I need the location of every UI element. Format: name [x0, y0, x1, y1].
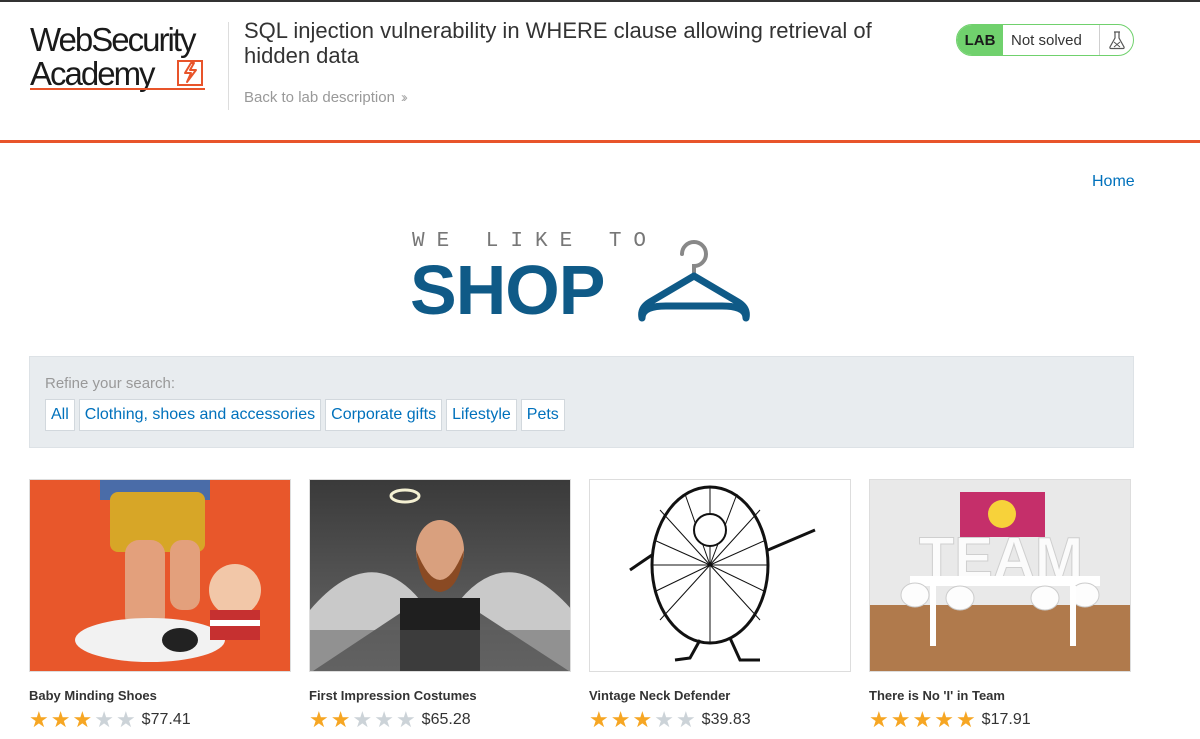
product-price: $77.41: [141, 711, 191, 728]
product-name: First Impression Costumes: [309, 688, 477, 703]
star-filled-icon: ★: [29, 707, 49, 732]
product-card: Vintage Neck Defender ★ ★ ★ ★ ★ $39.83: [589, 479, 851, 731]
product-card: Baby Minding Shoes ★ ★ ★ ★ ★ $77.41: [29, 479, 291, 731]
back-link-label: Back to lab description: [244, 89, 395, 106]
lab-status-widget: LAB Not solved: [956, 24, 1134, 56]
star-empty-icon: ★: [675, 707, 696, 732]
lab-title: SQL injection vulnerability in WHERE cla…: [244, 18, 872, 68]
star-filled-icon: ★: [50, 707, 71, 732]
home-link[interactable]: Home: [1092, 173, 1135, 191]
product-image-vintage-neck-defender[interactable]: [589, 479, 851, 672]
star-empty-icon: ★: [395, 707, 416, 732]
shop-logo-word: SHOP: [410, 251, 605, 329]
product-meta: ★ ★ ★ ★ ★ $39.83: [589, 709, 851, 731]
star-filled-icon: ★: [610, 707, 631, 732]
web-security-academy-logo[interactable]: WebSecurity Academy: [30, 22, 226, 94]
product-name: Baby Minding Shoes: [29, 688, 157, 703]
star-filled-icon: ★: [589, 707, 609, 732]
star-rating: ★ ★ ★ ★ ★: [869, 709, 976, 731]
star-filled-icon: ★: [869, 707, 889, 732]
product-price: $17.91: [981, 711, 1031, 728]
logo-underline: [30, 88, 205, 90]
star-filled-icon: ★: [72, 707, 93, 732]
product-meta: ★ ★ ★ ★ ★ $65.28: [309, 709, 571, 731]
product-name: Vintage Neck Defender: [589, 688, 731, 703]
product-card: TEAM There is No 'I' in Team ★ ★ ★ ★ ★ $17.9…: [869, 479, 1131, 731]
filter-corporate-gifts[interactable]: Corporate gifts: [325, 399, 443, 431]
star-empty-icon: ★: [654, 707, 674, 732]
category-filters: All Clothing, shoes and accessories Corp…: [45, 399, 565, 431]
star-filled-icon: ★: [330, 707, 351, 732]
star-empty-icon: ★: [115, 707, 136, 732]
header-accent-rule: [0, 140, 1200, 143]
star-filled-icon: ★: [955, 707, 976, 732]
refine-search-panel: Refine your search: All Clothing, shoes …: [29, 356, 1134, 448]
product-image-first-impression-costumes[interactable]: [309, 479, 571, 672]
filter-clothing-shoes-accessories[interactable]: Clothing, shoes and accessories: [78, 399, 322, 431]
flask-icon: [1099, 25, 1133, 55]
filter-all[interactable]: All: [45, 399, 75, 431]
star-rating: ★ ★ ★ ★ ★: [589, 709, 696, 731]
filter-pets[interactable]: Pets: [520, 399, 565, 431]
logo-line-1: WebSecurity: [30, 21, 196, 58]
star-filled-icon: ★: [934, 707, 954, 732]
star-empty-icon: ★: [374, 707, 394, 732]
lab-status-text: Not solved: [1011, 31, 1082, 49]
product-image-baby-minding-shoes[interactable]: [29, 479, 291, 672]
back-to-lab-description-link[interactable]: Back to lab description ››: [244, 89, 408, 106]
shop-logo: WE LIKE TO SHOP: [408, 228, 758, 329]
logo-bolt-icon: [177, 60, 203, 86]
lab-tag: LAB: [957, 25, 1003, 55]
star-filled-icon: ★: [890, 707, 911, 732]
product-meta: ★ ★ ★ ★ ★ $17.91: [869, 709, 1131, 731]
logo-line-2: Academy: [30, 55, 156, 92]
header-divider: [228, 22, 229, 110]
hanger-icon: [638, 240, 750, 322]
star-empty-icon: ★: [94, 707, 114, 732]
product-price: $39.83: [701, 711, 751, 728]
product-meta: ★ ★ ★ ★ ★ $77.41: [29, 709, 291, 731]
star-filled-icon: ★: [912, 707, 933, 732]
lab-header: WebSecurity Academy SQL injection vulner…: [0, 2, 1200, 140]
product-card: First Impression Costumes ★ ★ ★ ★ ★ $65.28: [309, 479, 571, 731]
filter-lifestyle[interactable]: Lifestyle: [446, 399, 517, 431]
star-empty-icon: ★: [352, 707, 373, 732]
star-filled-icon: ★: [632, 707, 653, 732]
product-grid: Baby Minding Shoes ★ ★ ★ ★ ★ $77.41 Firs…: [29, 479, 1134, 739]
star-rating: ★ ★ ★ ★ ★: [309, 709, 416, 731]
product-name: There is No 'I' in Team: [869, 688, 1005, 703]
refine-search-label: Refine your search:: [45, 375, 176, 392]
product-price: $65.28: [421, 711, 471, 728]
product-image-no-i-in-team[interactable]: TEAM: [869, 479, 1131, 672]
star-filled-icon: ★: [309, 707, 329, 732]
star-rating: ★ ★ ★ ★ ★: [29, 709, 136, 731]
double-chevron-right-icon: ››: [400, 89, 408, 106]
